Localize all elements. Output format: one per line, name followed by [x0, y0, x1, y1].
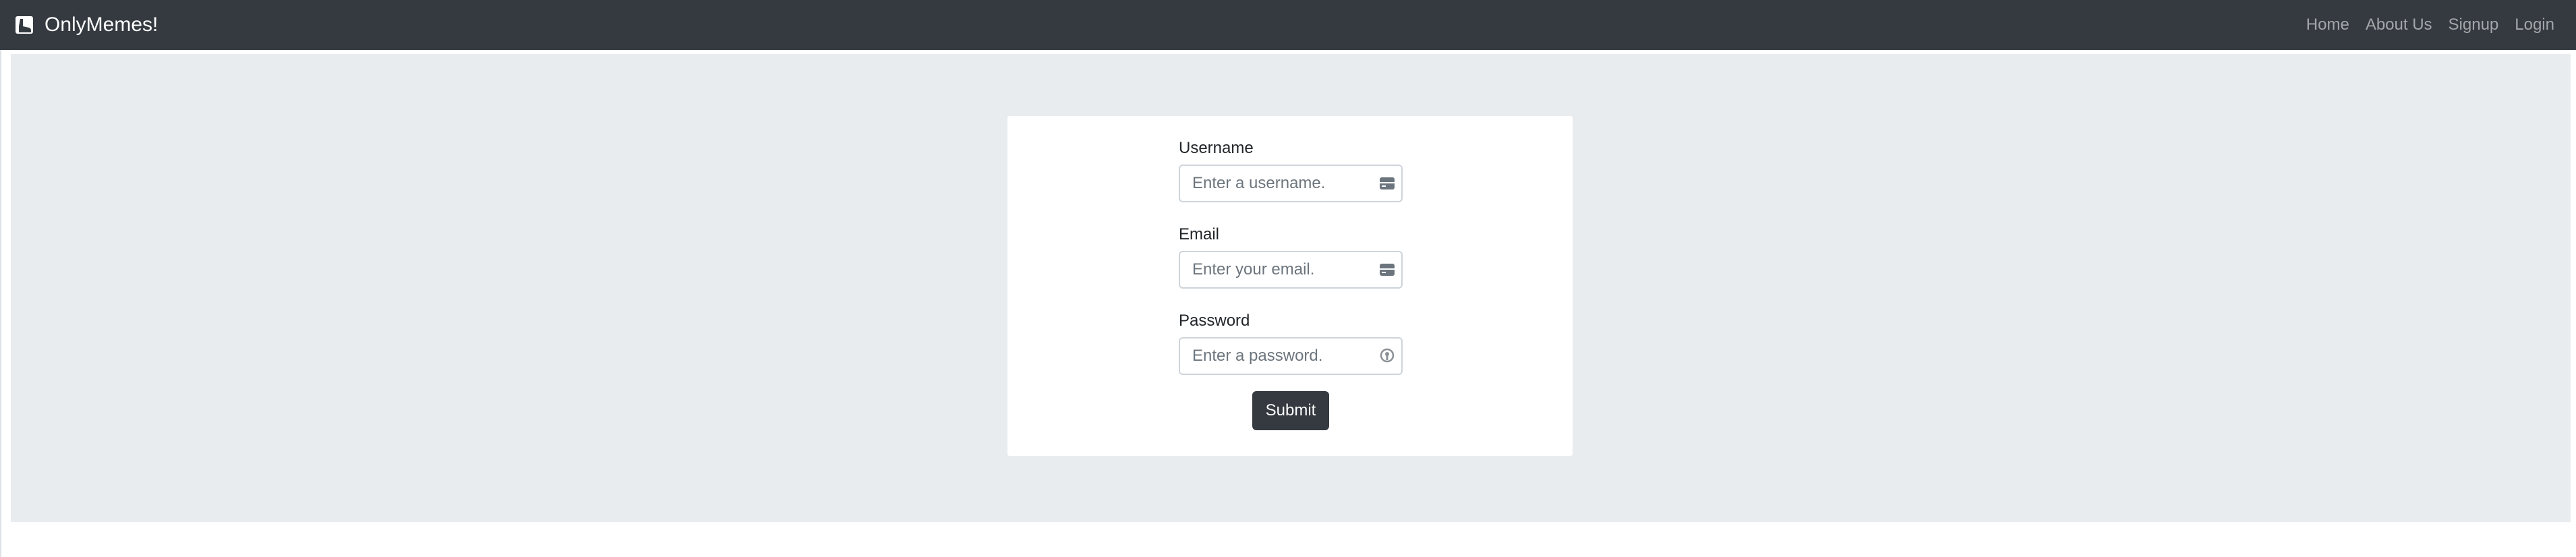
- username-label: Username: [1179, 139, 1254, 157]
- boot-icon: [13, 14, 35, 36]
- password-input[interactable]: [1179, 337, 1403, 375]
- username-input[interactable]: [1179, 165, 1403, 202]
- email-field-wrap: [1179, 251, 1403, 289]
- password-field-wrap: [1179, 337, 1403, 375]
- submit-button[interactable]: Submit: [1252, 391, 1329, 430]
- brand-link[interactable]: OnlyMemes!: [13, 13, 158, 36]
- autofill-card-icon[interactable]: [1378, 175, 1396, 192]
- nav-about-link[interactable]: About Us: [2358, 16, 2440, 34]
- username-field-wrap: [1179, 165, 1403, 202]
- signup-form: Username Email Password: [1179, 136, 1403, 430]
- password-label: Password: [1179, 312, 1250, 330]
- password-key-icon[interactable]: [1378, 347, 1396, 365]
- nav-signup-link[interactable]: Signup: [2440, 16, 2507, 34]
- navbar: OnlyMemes! Home About Us Signup Login: [0, 0, 2576, 50]
- signup-card: Username Email Password: [1007, 116, 1573, 456]
- email-input[interactable]: [1179, 251, 1403, 289]
- nav-links: Home About Us Signup Login: [2298, 16, 2563, 34]
- autofill-card-icon[interactable]: [1378, 261, 1396, 278]
- nav-login-link[interactable]: Login: [2507, 16, 2563, 34]
- nav-home-link[interactable]: Home: [2298, 16, 2358, 34]
- brand-name: OnlyMemes!: [45, 13, 158, 36]
- email-label: Email: [1179, 225, 1220, 243]
- submit-row: Submit: [1179, 391, 1403, 430]
- page-left-border: [0, 50, 1, 557]
